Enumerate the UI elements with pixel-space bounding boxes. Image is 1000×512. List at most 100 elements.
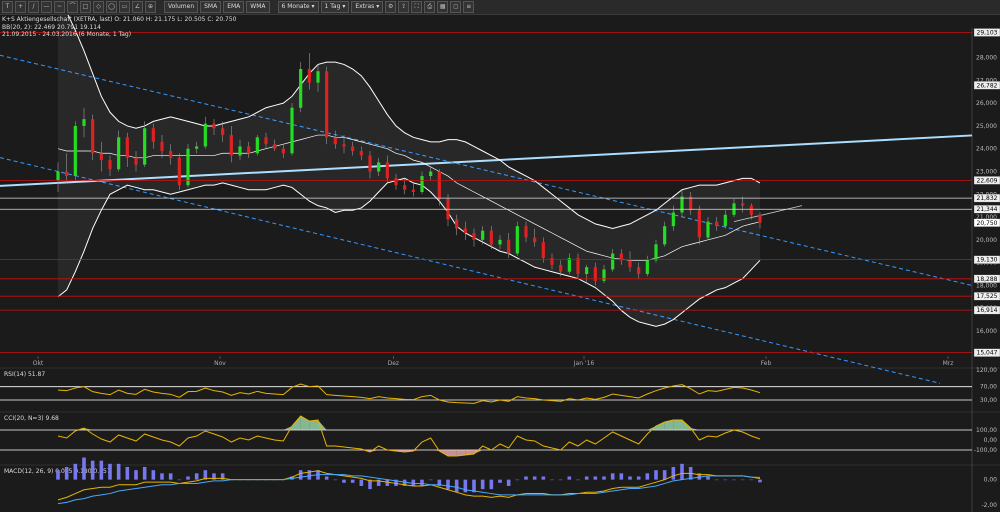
macd-histogram-bar <box>723 479 728 481</box>
candle-down <box>125 137 129 158</box>
candle-up <box>645 260 649 274</box>
candle-down <box>403 185 407 190</box>
price-tick-label: 18,000 <box>976 282 997 289</box>
candle-up <box>203 123 207 147</box>
macd-histogram-bar <box>160 473 164 480</box>
candle-down <box>689 196 693 211</box>
cci-overbought-fill <box>309 420 318 430</box>
candle-down <box>134 157 138 165</box>
macd-histogram-bar <box>610 473 615 480</box>
toolbar-action-icon[interactable]: ≡ <box>463 1 475 13</box>
cci-tick-label: -100,00 <box>974 447 997 454</box>
macd-histogram-bar <box>584 476 589 480</box>
drawing-tool-icon[interactable]: + <box>15 1 26 13</box>
cci-tick-label: 100,00 <box>976 427 997 434</box>
macd-histogram-bar <box>532 476 537 480</box>
indicator-button-volumen[interactable]: Volumen <box>164 1 199 13</box>
macd-histogram-bar <box>671 467 676 480</box>
candle-up <box>195 146 199 149</box>
candle-up <box>481 230 485 240</box>
candle-down <box>741 203 745 206</box>
stock-chart[interactable]: 16,00017,00018,00019,00020,00021,00022,0… <box>0 15 1000 512</box>
candle-down <box>697 210 701 238</box>
drawing-tool-icon[interactable]: ◯ <box>106 1 117 13</box>
macd-histogram-bar <box>567 476 572 480</box>
bollinger-info: BB(20, 2): 22.469 20.791 19.114 <box>2 23 101 31</box>
drawing-tool-icon[interactable]: / <box>28 1 39 13</box>
candle-down <box>99 153 103 161</box>
indicator-button-sma[interactable]: SMA <box>200 1 222 13</box>
macd-histogram-bar <box>73 463 78 480</box>
candle-down <box>472 233 476 240</box>
price-tick-label: 25,000 <box>976 123 997 130</box>
price-label: 22,609 <box>977 177 998 184</box>
cci-oversold-fill <box>430 450 440 451</box>
extras-menu[interactable]: Extras ▾ <box>351 1 384 13</box>
time-axis: Okt Nov Dez Jan '16 Feb Mrz <box>33 356 953 367</box>
macd-histogram-bar <box>576 479 580 481</box>
rsi-pane: 120,00 70,00 30,00 RSI(14) 51.87 <box>0 367 997 404</box>
candle-down <box>524 226 528 238</box>
drawing-tool-icon[interactable]: ∠ <box>132 1 143 13</box>
toolbar-action-icon[interactable]: ▦ <box>437 1 449 13</box>
macd-histogram-bar <box>732 479 736 481</box>
macd-histogram-bar <box>359 479 364 486</box>
macd-histogram-bar <box>298 470 303 480</box>
drawing-tool-icon[interactable]: T <box>2 1 13 13</box>
drawing-tool-icon[interactable]: ▭ <box>119 1 130 13</box>
drawing-tool-icon[interactable]: ◇ <box>93 1 104 13</box>
candle-up <box>498 239 502 245</box>
macd-histogram-bar <box>498 479 502 483</box>
drawing-tool-icon[interactable]: □ <box>80 1 91 13</box>
candle-up <box>56 171 60 181</box>
candle-down <box>749 205 753 215</box>
toolbar-action-icon[interactable]: ⚙ <box>385 1 397 13</box>
candle-down <box>91 119 95 154</box>
macd-histogram-bar <box>758 479 762 483</box>
time-tick-label: Nov <box>214 360 226 367</box>
indicator-button-ema[interactable]: EMA <box>223 1 245 13</box>
macd-histogram-bar <box>116 463 121 480</box>
candle-up <box>585 267 589 274</box>
candle-down <box>212 123 216 129</box>
candle-down <box>281 148 285 154</box>
macd-histogram-bar <box>324 476 329 480</box>
drawing-tool-icon[interactable]: ⌒ <box>67 1 78 13</box>
chart-toolbar: T + / — ~ ⌒ □ ◇ ◯ ▭ ∠ ⊕ Volumen SMA EMA WMA 6 Monate ▾ 1 … <box>0 0 1000 15</box>
candle-down <box>333 137 337 145</box>
candle-up <box>567 258 571 272</box>
candle-down <box>264 137 268 145</box>
drawing-tool-icon[interactable]: — <box>41 1 52 13</box>
candle-up <box>611 253 615 270</box>
interval-select[interactable]: 1 Tag ▾ <box>320 1 350 13</box>
price-label: 26,782 <box>977 82 998 89</box>
macd-histogram-bar <box>177 479 182 481</box>
candle-up <box>117 137 121 170</box>
candle-down <box>559 264 563 272</box>
macd-histogram-bar <box>333 479 338 481</box>
indicator-button-wma[interactable]: WMA <box>246 1 270 13</box>
candle-down <box>359 151 363 156</box>
period-select[interactable]: 6 Monate ▾ <box>277 1 319 13</box>
macd-histogram-bar <box>706 476 710 480</box>
toolbar-action-icon[interactable]: ◻ <box>450 1 462 13</box>
drawing-tool-icon[interactable]: ⊕ <box>145 1 156 13</box>
chart-info: K+S Aktiengesellschaft (XETRA, last) O: … <box>2 16 237 39</box>
toolbar-action-icon[interactable]: ⇪ <box>398 1 410 13</box>
macd-histogram-bar <box>515 479 520 481</box>
candle-up <box>420 176 424 192</box>
candle-down <box>411 189 415 192</box>
toolbar-action-icon[interactable]: ⎙ <box>424 1 436 13</box>
price-label: 17,525 <box>977 293 998 300</box>
macd-histogram-bar <box>125 467 130 480</box>
toolbar-action-icon[interactable]: ⛶ <box>411 1 423 13</box>
macd-histogram-bar <box>99 460 104 480</box>
drawing-tool-icon[interactable]: ~ <box>54 1 65 13</box>
macd-histogram-bar <box>151 470 156 480</box>
price-tick-label: 16,000 <box>976 328 997 335</box>
rsi-title: RSI(14) 51.87 <box>4 371 45 378</box>
candle-down <box>550 258 554 265</box>
macd-histogram-bar <box>64 467 69 480</box>
price-label: 18,288 <box>977 276 998 283</box>
price-label: 21,832 <box>977 195 998 202</box>
